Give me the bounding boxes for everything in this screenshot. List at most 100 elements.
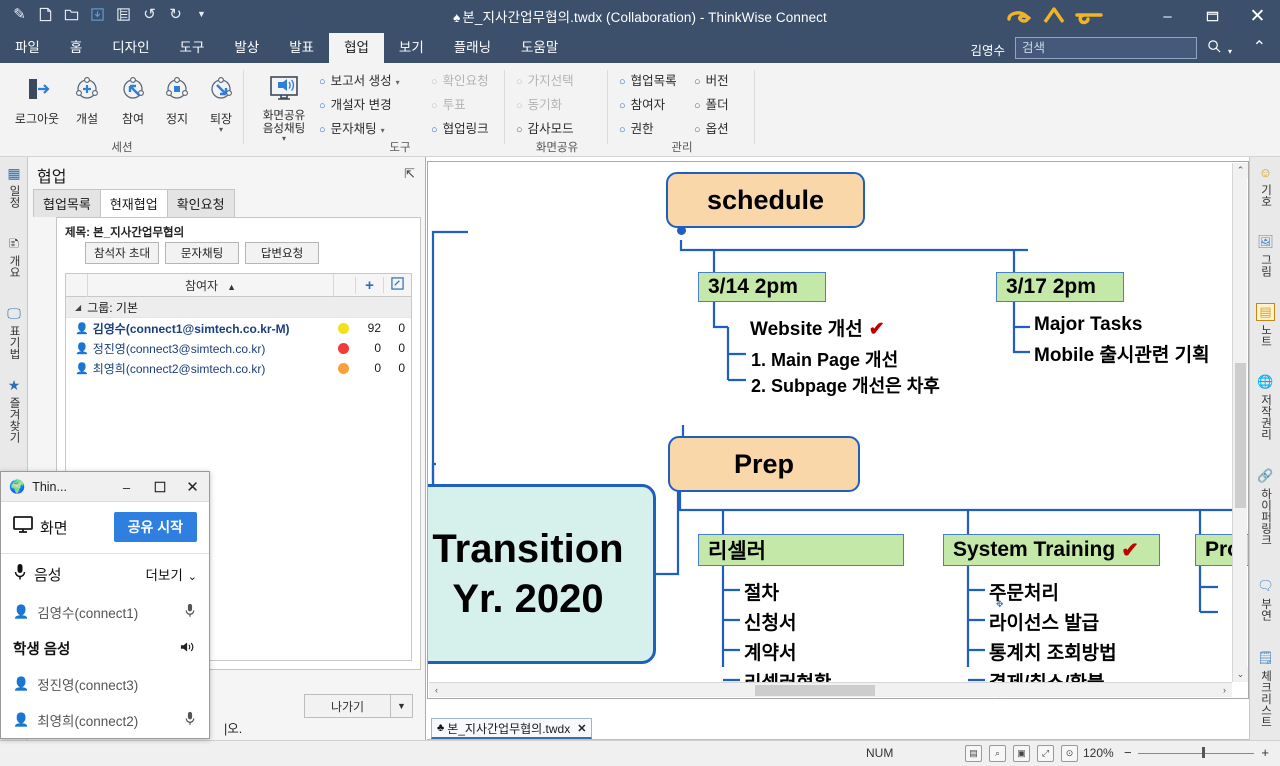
leave-session-button[interactable]: 퇴장 ▾ xyxy=(196,69,246,134)
participants-group-row[interactable]: ◢ 그룹: 기본 xyxy=(66,297,411,318)
mindmap-leaf-license-issue[interactable]: 라이선스 발급 xyxy=(989,608,1099,635)
invite-participants-button[interactable]: 참석자 초대 xyxy=(85,242,159,264)
speaker-icon[interactable] xyxy=(180,640,196,657)
dialog-minimize-button[interactable]: – xyxy=(110,472,143,502)
search-input[interactable]: 검색 xyxy=(1015,37,1197,59)
menu-item-tools[interactable]: 도구 xyxy=(165,33,220,63)
table-row[interactable]: 👤 정진영(connect3@simtech.co.kr) 0 0 xyxy=(66,338,411,358)
menu-item-collaboration[interactable]: 협업 xyxy=(329,33,384,63)
left-dock-item-schedule[interactable]: ▦ 일정 xyxy=(3,165,25,208)
scroll-up-icon[interactable]: ⌃ xyxy=(1233,163,1248,178)
list-item[interactable]: 👤 김영수(connect1) xyxy=(1,594,209,630)
zoom-out-view-icon[interactable]: ⌕ xyxy=(989,745,1006,762)
ribbon-item-version[interactable]: ○ 버전 xyxy=(694,74,729,90)
table-row[interactable]: 👤 김영수(connect1@simtech.co.kr-M) 92 0 xyxy=(66,318,411,338)
exit-button[interactable]: 나가기 xyxy=(304,694,391,718)
canvas-vertical-scrollbar[interactable]: ⌃ ⌄ xyxy=(1232,163,1248,682)
pin-icon[interactable]: ⇱ xyxy=(404,166,415,182)
logout-button[interactable]: 로그아웃 xyxy=(12,69,62,127)
chevron-down-icon[interactable]: ▾ xyxy=(381,126,385,135)
menu-item-home[interactable]: 홈 xyxy=(55,33,97,63)
chevron-down-icon[interactable]: ▾ xyxy=(396,78,400,87)
mindmap-node-3-14[interactable]: 3/14 2pm xyxy=(698,272,826,302)
mindmap-node-root[interactable]: Transition Yr. 2020 xyxy=(428,484,656,664)
horizontal-scroll-thumb[interactable] xyxy=(755,685,875,696)
fit-page-icon[interactable]: ⤢ xyxy=(1037,745,1054,762)
left-dock-item-favorites[interactable]: ★ 즐겨찾기 xyxy=(3,377,25,443)
list-item[interactable]: 학생 음성 xyxy=(1,630,209,666)
outline-view-icon[interactable]: ▤ xyxy=(965,745,982,762)
mindmap-node-system-training[interactable]: System Training ✔ xyxy=(943,534,1160,566)
right-dock-item-picture[interactable]: 🖼 그림 xyxy=(1253,233,1278,277)
scroll-right-icon[interactable]: › xyxy=(1217,683,1232,698)
mindmap-leaf-contract[interactable]: 계약서 xyxy=(744,638,796,665)
more-options-button[interactable]: 더보기 ⌄ xyxy=(146,564,197,584)
request-reply-button[interactable]: 답변요청 xyxy=(245,242,319,264)
tab-collab-list[interactable]: 협업목록 xyxy=(33,189,101,217)
ribbon-item-options[interactable]: ○ 옵션 xyxy=(694,122,729,138)
dialog-close-button[interactable]: ✕ xyxy=(176,472,209,502)
menu-item-ideation[interactable]: 발상 xyxy=(219,33,274,63)
right-dock-item-checklist[interactable]: 🗒 체크리스트 xyxy=(1253,649,1278,728)
tab-confirm-request[interactable]: 확인요청 xyxy=(166,189,235,217)
tab-current-collab[interactable]: 현재협업 xyxy=(99,189,168,217)
zoom-slider-track[interactable] xyxy=(1138,753,1254,754)
zoom-100-icon[interactable]: ⊙ xyxy=(1061,745,1078,762)
search-icon[interactable]: ▾ xyxy=(1207,39,1232,57)
participants-column-header[interactable]: 참여자 ▲ xyxy=(88,277,333,294)
mindmap-leaf-procedure[interactable]: 절차 xyxy=(744,578,779,605)
left-dock-item-presentation[interactable]: 🖵 표기법 xyxy=(3,305,25,360)
ribbon-item-collab-link[interactable]: ○ 협업링크 xyxy=(431,122,489,138)
add-participant-icon[interactable]: + xyxy=(355,276,383,294)
close-icon[interactable]: ✕ xyxy=(577,722,586,735)
start-share-button[interactable]: 공유 시작 xyxy=(113,512,197,542)
ribbon-item-change-host[interactable]: ○ 개설자 변경 xyxy=(319,98,392,114)
stop-session-button[interactable]: 정지 xyxy=(152,69,202,127)
edit-participant-icon[interactable] xyxy=(383,277,411,293)
ribbon-item-permissions[interactable]: ○ 권한 xyxy=(619,122,654,138)
join-session-button[interactable]: 참여 xyxy=(108,69,158,127)
ribbon-item-text-chat[interactable]: ○ 문자채팅 ▾ xyxy=(319,122,385,138)
maximize-button[interactable] xyxy=(1190,0,1235,33)
chevron-down-icon[interactable]: ▾ xyxy=(196,126,246,134)
mindmap-leaf-subpage[interactable]: 2. Subpage 개선은 차후 xyxy=(751,372,940,398)
mindmap-canvas[interactable]: schedule 3/14 2pm Website 개선 ✔ 1. Main Pa… xyxy=(427,161,1249,699)
zoom-out-button[interactable]: − xyxy=(1124,745,1132,760)
vertical-scroll-thumb[interactable] xyxy=(1235,363,1246,508)
minimize-button[interactable]: – xyxy=(1145,0,1190,33)
menu-item-design[interactable]: 디자인 xyxy=(97,33,164,63)
list-item[interactable]: 👤 정진영(connect3) xyxy=(1,666,209,702)
mindmap-leaf-mobile[interactable]: Mobile 출시관련 기획 xyxy=(1034,340,1210,367)
menu-item-help[interactable]: 도움말 xyxy=(506,33,573,63)
dialog-maximize-button[interactable] xyxy=(143,472,176,502)
right-dock-item-note[interactable]: ▤ 노트 xyxy=(1253,303,1278,347)
mindmap-node-prep[interactable]: Prep xyxy=(668,436,860,492)
close-button[interactable]: ✕ xyxy=(1235,0,1280,33)
list-item[interactable]: 👤 최영희(connect2) xyxy=(1,702,209,738)
text-chat-button[interactable]: 문자채팅 xyxy=(165,242,239,264)
ribbon-item-audit-mode[interactable]: ○ 감사모드 xyxy=(516,122,574,138)
ribbon-item-folder[interactable]: ○ 폴더 xyxy=(694,98,729,114)
screen-share-voice-chat-button[interactable]: 화면공유 음성채팅 ▾ xyxy=(254,69,314,143)
ribbon-item-collab-list[interactable]: ○ 협업목록 xyxy=(619,74,677,90)
chevron-down-icon[interactable]: ▼ xyxy=(391,694,413,718)
mindmap-leaf-major-tasks[interactable]: Major Tasks xyxy=(1034,314,1142,336)
microphone-icon[interactable] xyxy=(184,603,196,621)
scroll-left-icon[interactable]: ‹ xyxy=(429,683,444,698)
chevron-up-icon[interactable]: ⌃ xyxy=(1253,37,1266,57)
zoom-in-button[interactable]: + xyxy=(1261,745,1269,760)
right-dock-item-hyperlink[interactable]: 🔗 하이퍼링크 xyxy=(1253,467,1278,546)
right-dock-item-symbol[interactable]: ☺ 기호 xyxy=(1253,163,1278,208)
table-row[interactable]: 👤 최영희(connect2@simtech.co.kr) 0 0 xyxy=(66,358,411,378)
zoom-slider[interactable]: − + xyxy=(1124,745,1269,760)
mindmap-node-reseller[interactable]: 리셀러 xyxy=(698,534,904,566)
menu-item-view[interactable]: 보기 xyxy=(384,33,439,63)
scroll-down-icon[interactable]: ⌄ xyxy=(1233,667,1248,682)
create-session-button[interactable]: 개설 xyxy=(62,69,112,127)
collapse-triangle-icon[interactable]: ◢ xyxy=(75,303,81,312)
mindmap-leaf-website[interactable]: Website 개선 ✔ xyxy=(750,314,885,341)
mindmap-node-schedule[interactable]: schedule xyxy=(666,172,865,228)
canvas-horizontal-scrollbar[interactable]: ‹ › xyxy=(429,682,1232,697)
ribbon-item-participants[interactable]: ○ 참여자 xyxy=(619,98,665,114)
microphone-icon[interactable] xyxy=(184,711,196,729)
